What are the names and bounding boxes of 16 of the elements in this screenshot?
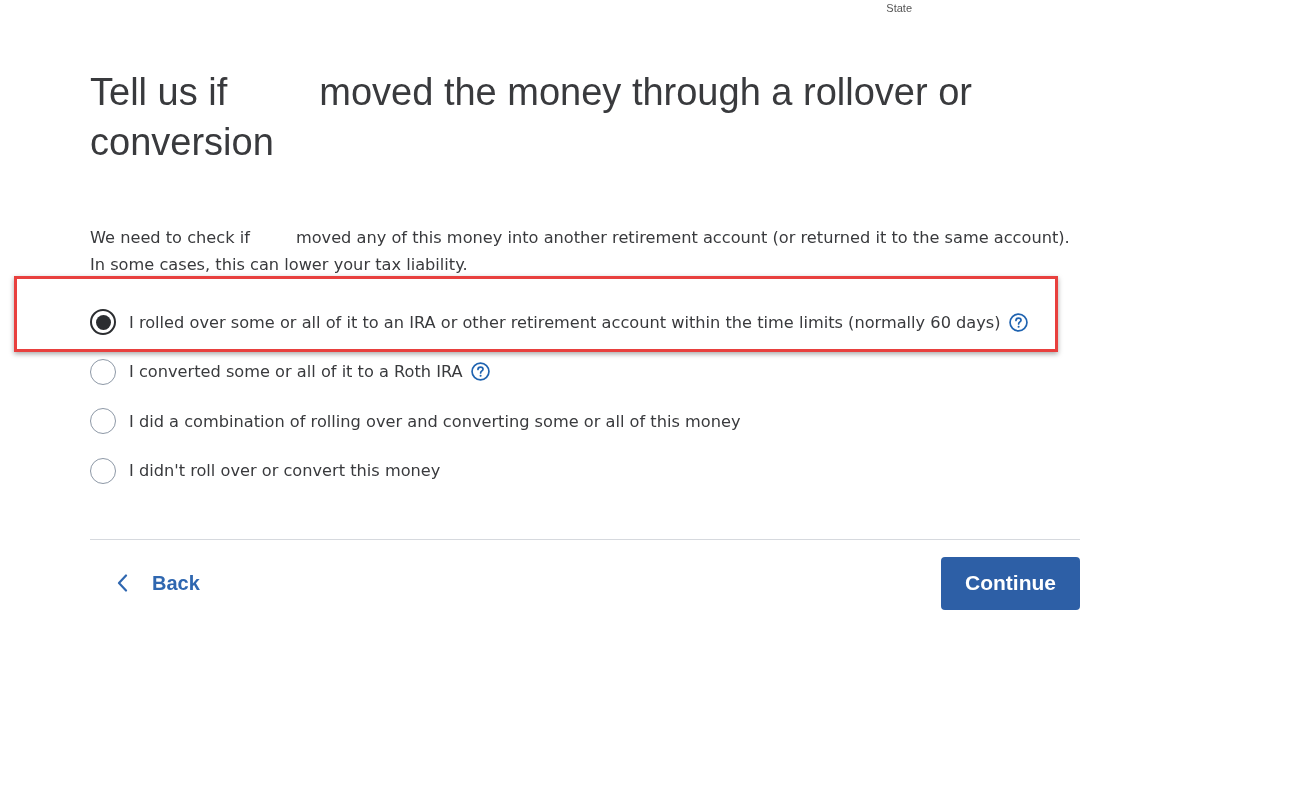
chevron-left-icon — [117, 574, 128, 592]
radio-button[interactable] — [90, 457, 116, 484]
radio-button[interactable] — [90, 358, 116, 385]
help-icon[interactable] — [470, 362, 490, 381]
back-button[interactable]: Back — [111, 563, 206, 603]
option-label[interactable]: I rolled over some or all of it to an IRA or other retirement account within the time limits (normally 60 days) — [129, 312, 1001, 332]
option-label[interactable]: I converted some or all of it to a Roth IRA — [129, 362, 463, 381]
continue-button[interactable]: Continue — [941, 556, 1080, 610]
state-label: State — [886, 1, 912, 16]
help-icon[interactable] — [1008, 312, 1028, 332]
option-label[interactable]: I did a combination of rolling over and converting some or all of this money — [129, 411, 741, 431]
radio-button[interactable] — [90, 408, 116, 434]
page-heading: Tell us if moved the money through a rollover or conversion — [90, 70, 973, 165]
option-label[interactable]: I didn't roll over or convert this money — [129, 461, 441, 480]
radio-button[interactable] — [90, 309, 116, 335]
description-text: We need to check if moved any of this money into another retirement account (or returned it to the same account). In some cases, this can lower your tax liability. — [90, 227, 1071, 276]
